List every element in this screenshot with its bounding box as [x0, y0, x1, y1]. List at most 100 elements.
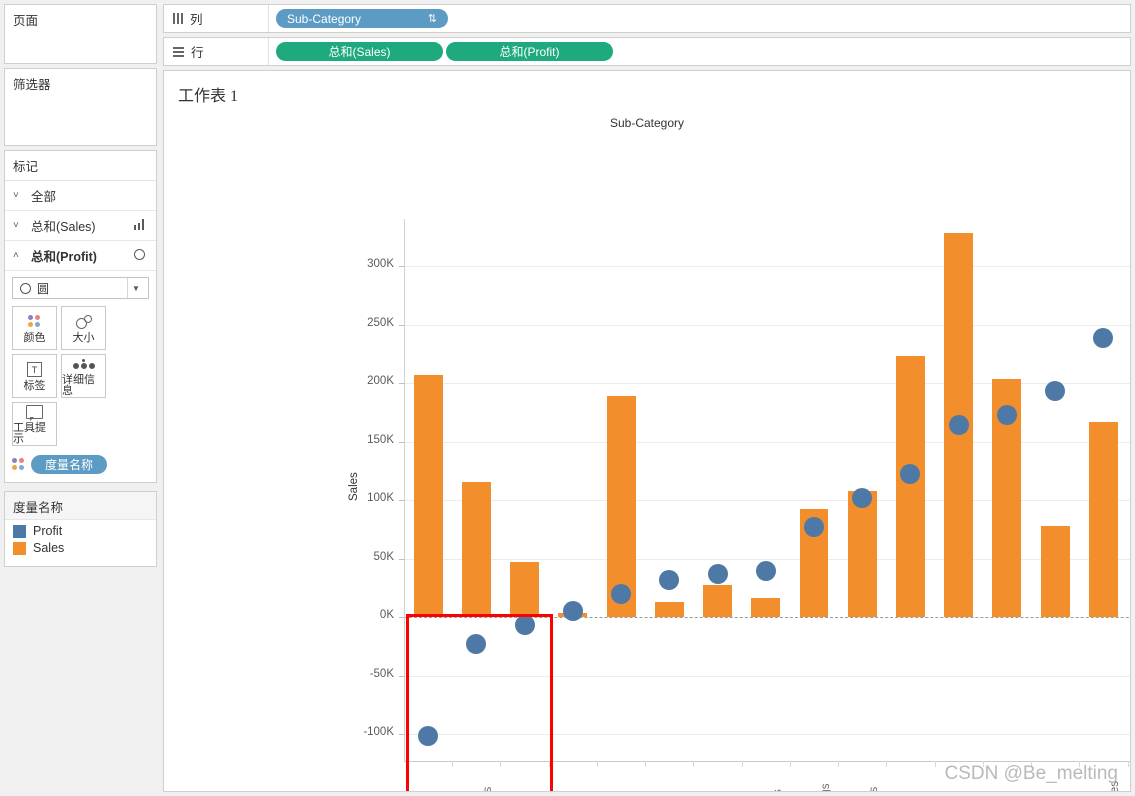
rows-shelf[interactable]: 行 总和(Sales) 总和(Profit): [163, 37, 1131, 66]
tooltip-shelf-button[interactable]: 工具提示: [12, 402, 57, 446]
filters-card[interactable]: 筛选器: [4, 68, 157, 146]
marks-row-profit[interactable]: ˄ 总和(Profit): [5, 241, 156, 271]
circle-mark[interactable]: [659, 569, 680, 590]
y-axis-tick-label: 300K: [367, 258, 394, 270]
measure-names-pill[interactable]: 度量名称: [31, 455, 108, 474]
legend-item-sales[interactable]: Sales: [13, 541, 148, 555]
circle-mark[interactable]: [948, 414, 969, 435]
circle-mark[interactable]: [852, 487, 873, 508]
pages-title: 页面: [13, 14, 39, 28]
chevron-up-icon[interactable]: ˄: [13, 250, 25, 261]
mark-type-dropdown[interactable]: 圆 ▼: [12, 277, 149, 299]
plot-left-border: [404, 219, 405, 761]
x-axis-tick-mark: [741, 761, 743, 767]
bar-mark[interactable]: [703, 585, 732, 617]
gridline: [404, 324, 1130, 326]
marks-row-label: 总和(Profit): [31, 250, 97, 264]
y-axis-tick-label: 150K: [367, 433, 394, 446]
marks-card: 标记 ˅ 全部 ˅ 总和(Sales) ˄ 总和(Profit) 圆 ▼ 颜色 …: [4, 150, 157, 483]
chevron-down-icon[interactable]: ˅: [13, 220, 25, 231]
bar-mark[interactable]: [751, 597, 781, 617]
legend-item-profit[interactable]: Profit: [13, 524, 148, 538]
marks-row-label: 总和(Sales): [31, 220, 96, 234]
columns-label-text: 列: [190, 13, 203, 27]
bar-mark[interactable]: [847, 490, 877, 617]
chevron-down-icon[interactable]: ˅: [13, 190, 25, 201]
x-axis-tick-mark: [1127, 761, 1129, 767]
gridline: [404, 441, 1130, 443]
rows-shelf-dropzone[interactable]: 总和(Sales) 总和(Profit): [269, 38, 1130, 65]
circle-mark[interactable]: [707, 563, 728, 584]
filters-title: 筛选器: [13, 78, 51, 92]
gridline: [404, 266, 1130, 267]
tooltip-bubble-icon: [26, 403, 43, 421]
pages-card[interactable]: 页面: [4, 4, 157, 64]
x-axis-tick-mark: [596, 761, 598, 767]
pill-sub-category[interactable]: Sub-Category ⇅: [276, 9, 448, 28]
rows-label-text: 行: [191, 46, 204, 60]
legend-swatch: [13, 541, 26, 555]
pill-sum-sales[interactable]: 总和(Sales): [276, 42, 443, 61]
columns-icon: [173, 13, 183, 24]
marks-detail-body: 圆 ▼ 颜色 大小 T 标签 详细信息 工具提示 度量名称: [5, 271, 156, 482]
sort-icon[interactable]: ⇅: [428, 12, 437, 25]
x-axis-tick-mark: [838, 761, 840, 767]
y-axis-tick-label: -100K: [363, 726, 394, 738]
size-circles-icon: [75, 313, 92, 331]
marks-row-sales[interactable]: ˅ 总和(Sales): [5, 211, 156, 241]
left-sidebar: 页面 筛选器 标记 ˅ 全部 ˅ 总和(Sales) ˄ 总和(Profit): [0, 0, 160, 796]
y-axis-tick-label: 0K: [379, 609, 394, 621]
circle-mark[interactable]: [562, 600, 583, 621]
columns-shelf-label: 列: [164, 5, 269, 32]
chevron-down-icon[interactable]: ▼: [127, 278, 144, 298]
circle-mark[interactable]: [755, 560, 776, 581]
label-shelf-button[interactable]: T 标签: [12, 354, 57, 398]
bar-mark[interactable]: [654, 602, 684, 617]
chart-plot-area[interactable]: 300K250K200K150K100K50K0K-50K-100K60K50K…: [164, 212, 1130, 791]
bar-mark[interactable]: [896, 356, 925, 617]
color-palette-icon: [12, 458, 25, 471]
size-shelf-label: 大小: [72, 331, 95, 344]
rows-icon: [173, 46, 184, 57]
color-shelf-label: 颜色: [23, 331, 46, 344]
size-shelf-button[interactable]: 大小: [61, 306, 106, 350]
y-axis-tick-label: 250K: [367, 316, 394, 329]
columns-shelf[interactable]: 列 Sub-Category ⇅: [163, 4, 1131, 33]
color-shelf-button[interactable]: 颜色: [12, 306, 57, 350]
legend-label: Profit: [33, 524, 63, 538]
pill-sum-profit[interactable]: 总和(Profit): [446, 42, 613, 61]
x-axis-tick-mark: [789, 761, 791, 767]
tableau-window: 页面 筛选器 标记 ˅ 全部 ˅ 总和(Sales) ˄ 总和(Profit): [0, 0, 1135, 796]
marks-title: 标记: [5, 151, 156, 181]
mark-type-value: 圆: [37, 281, 50, 296]
bar-mark[interactable]: [510, 562, 540, 617]
x-axis-tick-label: Furnishings: [820, 784, 832, 791]
color-encoding-row: 度量名称: [12, 455, 149, 474]
circle-icon: [20, 282, 31, 294]
y-axis-tick-label: 200K: [367, 375, 394, 387]
y-axis-tick-label: -50K: [369, 667, 394, 680]
bar-mark[interactable]: [413, 374, 443, 617]
detail-dots-icon: [72, 355, 95, 373]
negative-profit-highlight-box: [406, 614, 553, 791]
pill-text: Sub-Category: [287, 11, 362, 26]
gridline: [404, 500, 1130, 501]
bar-mark[interactable]: [1040, 525, 1070, 617]
circle-mark[interactable]: [996, 404, 1017, 425]
circle-mark[interactable]: [1093, 328, 1114, 349]
y-axis-tick-label: 50K: [373, 550, 394, 563]
watermark: CSDN @Be_melting: [944, 763, 1118, 784]
worksheet-canvas[interactable]: 工作表 1 Sub-Category 300K 250K 200K 150K 100K 5…: [163, 70, 1131, 792]
detail-shelf-button[interactable]: 详细信息: [61, 354, 106, 398]
columns-shelf-dropzone[interactable]: Sub-Category ⇅: [269, 5, 1130, 32]
marks-row-all[interactable]: ˅ 全部: [5, 181, 156, 211]
bar-mark[interactable]: [1088, 421, 1118, 617]
y-axis-title: Sales: [348, 472, 360, 501]
marks-row-label: 全部: [31, 190, 57, 204]
color-palette-icon: [28, 313, 41, 331]
legend-swatch: [13, 524, 26, 538]
circle-mark[interactable]: [1045, 381, 1066, 402]
gridline: [404, 383, 1130, 384]
marks-shelf-buttons: 颜色 大小 T 标签 详细信息 工具提示: [12, 306, 149, 446]
bar-mark[interactable]: [461, 482, 491, 617]
